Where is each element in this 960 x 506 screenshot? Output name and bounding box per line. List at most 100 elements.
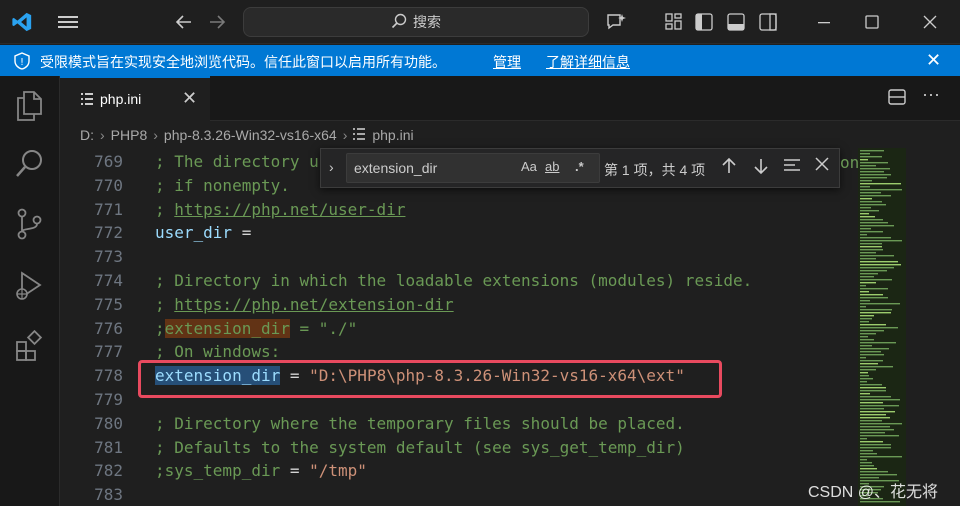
sidebar-right-icon[interactable]: [756, 10, 780, 34]
minimize-icon[interactable]: [812, 10, 836, 34]
whole-word-toggle[interactable]: ab: [545, 159, 559, 174]
minimap-line: [860, 294, 883, 296]
command-center-search[interactable]: 搜索: [243, 7, 589, 37]
minimap-line: [860, 303, 900, 305]
find-input[interactable]: extension_dir: [346, 153, 600, 183]
minimap-line: [860, 462, 872, 464]
next-match-icon[interactable]: [753, 157, 769, 180]
code-editor[interactable]: 769 ; The directory u 770 ; if nonempty. 771…: [60, 148, 960, 506]
minimap-line: [860, 453, 877, 455]
tab-php-ini[interactable]: php.ini ✕: [60, 76, 210, 121]
minimap-line: [860, 207, 871, 209]
minimap-line: [860, 441, 883, 443]
regex-toggle[interactable]: .*: [575, 159, 584, 174]
minimap-line: [860, 222, 888, 224]
breadcrumb: D: › PHP8 › php-8.3.26-Win32-vs16-x64 › …: [60, 122, 960, 148]
menu-icon[interactable]: [56, 10, 80, 34]
copilot-icon[interactable]: [604, 10, 628, 34]
minimap-line: [860, 378, 873, 380]
minimap-line: [860, 390, 886, 392]
code-text: ; The directory u: [155, 152, 319, 171]
minimap-line: [860, 153, 870, 155]
minimap-line: [860, 156, 882, 158]
manage-link[interactable]: 管理: [493, 52, 521, 72]
more-actions-icon[interactable]: ···: [922, 84, 940, 105]
code-text: ; Directory where the temporary files sh…: [155, 413, 685, 433]
minimap-line: [860, 183, 901, 185]
code-line: 774 ; Directory in which the loadable ext…: [60, 269, 860, 293]
minimap-line: [860, 198, 872, 200]
minimap[interactable]: [858, 148, 906, 506]
run-debug-icon[interactable]: [14, 270, 46, 302]
minimap-line: [860, 246, 882, 248]
back-arrow-icon[interactable]: [172, 10, 196, 34]
source-control-icon[interactable]: [14, 208, 46, 240]
minimap-line: [860, 270, 887, 272]
breadcrumb-file[interactable]: php.ini: [372, 127, 413, 143]
minimap-line: [860, 459, 867, 461]
previous-match-icon[interactable]: [721, 157, 737, 180]
sidebar-left-icon[interactable]: [692, 10, 716, 34]
code-overflow-text: on: [840, 153, 860, 172]
panel-icon[interactable]: [724, 10, 748, 34]
minimap-line: [860, 174, 891, 176]
match-case-toggle[interactable]: Aa: [521, 159, 537, 174]
code-text: ; Directory in which the loadable extens…: [155, 271, 753, 290]
minimap-line: [860, 240, 902, 242]
minimap-line: [860, 363, 878, 365]
close-find-icon[interactable]: [815, 157, 829, 176]
minimap-line: [860, 426, 890, 428]
line-number: 772: [94, 223, 123, 243]
minimap-line: [860, 396, 891, 398]
minimap-line: [860, 348, 889, 350]
minimap-line: [860, 261, 898, 263]
minimap-line: [860, 327, 898, 329]
explorer-icon[interactable]: [14, 90, 46, 122]
code-line: 773: [60, 245, 860, 269]
code-line: 776 ;extension_dir = "./": [60, 317, 860, 341]
code-line: 772 user_dir =: [60, 221, 860, 245]
minimap-line: [860, 279, 892, 281]
code-link[interactable]: https://php.net/user-dir: [174, 200, 405, 219]
minimap-line: [860, 258, 876, 260]
minimap-line: [860, 315, 874, 317]
find-in-selection-icon[interactable]: [783, 157, 801, 178]
minimap-line: [860, 285, 866, 287]
minimap-line: [860, 171, 884, 173]
minimap-line: [860, 150, 884, 152]
minimap-line: [860, 249, 883, 251]
minimap-line: [860, 336, 868, 338]
search-view-icon[interactable]: [14, 148, 46, 180]
minimap-line: [860, 273, 878, 275]
toggle-replace-icon[interactable]: ›: [329, 159, 334, 175]
close-icon[interactable]: [918, 10, 942, 34]
breadcrumb-folder[interactable]: php-8.3.26-Win32-vs16-x64: [164, 127, 337, 143]
line-number: 782: [94, 461, 123, 481]
tab-label: php.ini: [100, 91, 142, 107]
minimap-line: [860, 318, 872, 320]
banner-close-icon[interactable]: ✕: [926, 50, 941, 71]
tab-close-icon[interactable]: ✕: [182, 88, 197, 109]
line-number: 770: [94, 175, 123, 195]
minimap-line: [860, 408, 884, 410]
minimap-line: [860, 435, 899, 437]
learn-more-link[interactable]: 了解详细信息: [546, 52, 630, 72]
editor-tabs: php.ini ✕ ···: [60, 76, 960, 121]
maximize-icon[interactable]: [860, 10, 884, 34]
forward-arrow-icon[interactable]: [205, 10, 229, 34]
extensions-icon[interactable]: [14, 329, 46, 362]
minimap-line: [860, 252, 876, 254]
line-number: 774: [94, 271, 123, 290]
scrollbar[interactable]: [946, 148, 960, 506]
minimap-line: [860, 375, 869, 377]
layout-icon[interactable]: [662, 10, 686, 34]
minimap-line: [860, 474, 897, 476]
breadcrumb-folder[interactable]: PHP8: [111, 127, 148, 143]
code-link[interactable]: https://php.net/extension-dir: [174, 295, 453, 314]
code-line: 782 ;sys_temp_dir = "/tmp": [60, 459, 860, 483]
minimap-line: [860, 399, 900, 401]
breadcrumb-drive[interactable]: D:: [80, 127, 94, 143]
split-editor-icon[interactable]: [888, 88, 908, 113]
minimap-line: [860, 243, 882, 245]
shield-icon: !: [14, 52, 30, 73]
